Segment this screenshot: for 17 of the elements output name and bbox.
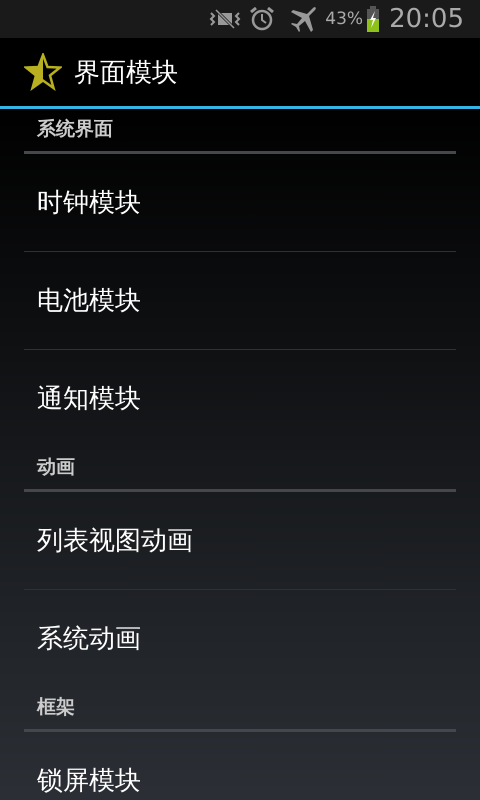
star-icon <box>24 53 62 91</box>
section-header: 动画 <box>24 447 456 492</box>
list-item[interactable]: 锁屏模块 <box>24 732 456 800</box>
battery-charging-icon <box>367 6 380 32</box>
list-item[interactable]: 通知模块 <box>24 350 456 447</box>
airplane-icon <box>289 6 318 32</box>
battery-percent: 43% <box>325 9 364 29</box>
list-item[interactable]: 电池模块 <box>24 252 456 350</box>
vibrate-silent-icon <box>209 7 242 31</box>
list-item[interactable]: 时钟模块 <box>24 154 456 252</box>
screen-title: 界面模块 <box>74 56 178 90</box>
alarm-icon <box>249 6 276 32</box>
clock-time: 20:05 <box>389 4 464 34</box>
list-item[interactable]: 系统动画 <box>24 590 456 687</box>
section-header: 系统界面 <box>24 109 456 154</box>
section-header: 框架 <box>24 687 456 732</box>
list-item[interactable]: 列表视图动画 <box>24 492 456 590</box>
